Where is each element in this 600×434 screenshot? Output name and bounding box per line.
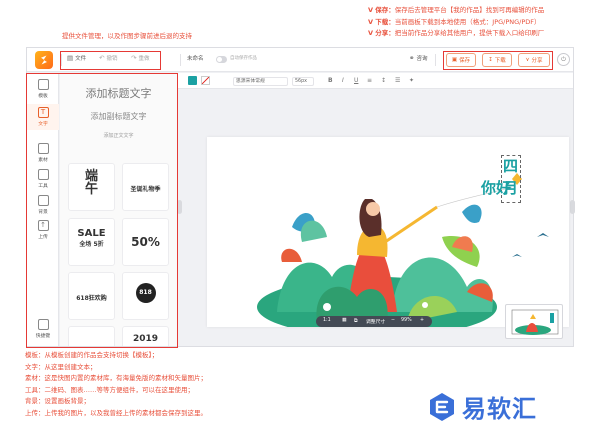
annotation-line: 文字：从这里创建文本；	[25, 362, 97, 371]
underline-icon[interactable]: U	[354, 77, 358, 84]
power-icon[interactable]: ⏻	[557, 53, 570, 66]
headset-icon: ⚭	[409, 54, 415, 62]
fit-button[interactable]: 调整尺寸	[366, 318, 385, 325]
annotation-share-key: V 分享：	[368, 29, 395, 37]
canvas-minimap[interactable]	[505, 304, 563, 339]
zoom-bar: 1:1 ▦ ⧉ 调整尺寸 − 99% +	[316, 316, 432, 327]
doc-name[interactable]: 未命名	[187, 54, 204, 62]
highlight-sidebar	[26, 73, 178, 348]
italic-icon[interactable]: I	[342, 77, 344, 84]
artwork-char: 四	[503, 157, 519, 175]
app-logo[interactable]	[35, 51, 53, 69]
logo-icon	[41, 55, 47, 65]
zoom-level: 99%	[401, 318, 412, 323]
annotation-file-management: 提供文件管理，以及作图步骤前进后退的支持	[62, 32, 192, 40]
divider	[435, 54, 436, 66]
help-label: 咨询	[416, 56, 428, 62]
annotation-download-key: V 下载：	[368, 17, 395, 26]
editor-window: ▤ 文件 ↶ 撤销 ↷ 重做 未命名 自动保存作品 ⚭ 咨询 ▣ 保存 ↧ 下载…	[26, 47, 575, 348]
autosave-label: 自动保存作品	[230, 56, 257, 61]
annotation-line: 上传：上传我的图片，以及我曾经上传的素材都会保存到这里。	[25, 408, 207, 417]
zoom-out-icon[interactable]: −	[391, 318, 395, 323]
minimap-preview	[511, 309, 559, 335]
artwork-text[interactable]: 你好	[481, 177, 511, 199]
text-color-swatch[interactable]	[188, 76, 197, 85]
annotation-download-text: 当前画板下载到本地使用（格式：JPG/PNG/PDF）	[394, 17, 541, 26]
zoom-in-icon[interactable]: +	[420, 318, 424, 323]
annotation-line: 工具：二维码、图表……等等方便组件，可以在这里使用；	[25, 385, 194, 394]
font-size-select[interactable]: 56px	[292, 77, 314, 86]
highlight-save-controls	[443, 51, 553, 70]
design-canvas[interactable]: 四 月 你好	[207, 137, 569, 327]
ratio-button[interactable]: 1:1	[323, 318, 331, 323]
align-icon[interactable]: ≡	[367, 77, 372, 84]
spacing-icon[interactable]: ↕	[381, 77, 386, 84]
brand-watermark: 易软汇	[428, 389, 537, 424]
autosave-toggle[interactable]	[216, 56, 227, 63]
annotation-line: 素材：这是快图内置的素材库，有海量免版的素材和矢量图片；	[25, 374, 207, 382]
copy-icon[interactable]: ⧉	[354, 318, 357, 324]
grid-icon[interactable]: ▦	[342, 318, 347, 323]
help-button[interactable]: ⚭ 咨询	[409, 54, 427, 62]
annotation-line: 模板：从模板创建的作品会支持切换【模板】；	[25, 351, 159, 359]
artwork-char: 好	[496, 179, 512, 197]
property-bar: 思源宋体常规 56px B I U ≡ ↕ ☰ ✦	[178, 73, 573, 89]
divider	[180, 54, 181, 66]
annotation-save-download-share: V 保存：保存后去管理平台【我的作品】找到可再编辑的作品 V 下载：当前画板下载…	[368, 6, 544, 41]
brand-name: 易软汇	[462, 395, 537, 423]
annotation-save-key: V 保存：	[368, 6, 395, 14]
annotation-sidebar-help: 模板：从模板创建的作品会支持切换【模板】； 文字：从这里创建文本； 素材：这是快…	[25, 351, 207, 420]
no-fill-swatch[interactable]	[201, 76, 210, 85]
annotation-share-text: 把当前作品分享给其他用户，提供下载入口给印刷厂	[394, 29, 545, 37]
artwork-char: 你	[481, 179, 497, 197]
annotation-line: 背景：设置画板背景；	[25, 397, 90, 405]
screenshot: 提供文件管理，以及作图步骤前进后退的支持 V 保存：保存后去管理平台【我的作品】…	[0, 0, 600, 434]
right-panel-handle[interactable]	[570, 200, 575, 214]
brand-logo-icon	[430, 392, 454, 421]
bold-icon[interactable]: B	[328, 77, 333, 84]
annotation-save-text: 保存后去管理平台【我的作品】找到可再编辑的作品	[394, 6, 545, 14]
list-icon[interactable]: ☰	[395, 77, 400, 84]
highlight-file-controls	[60, 51, 161, 70]
effect-icon[interactable]: ✦	[409, 77, 414, 84]
font-family-select[interactable]: 思源宋体常规	[233, 77, 288, 86]
